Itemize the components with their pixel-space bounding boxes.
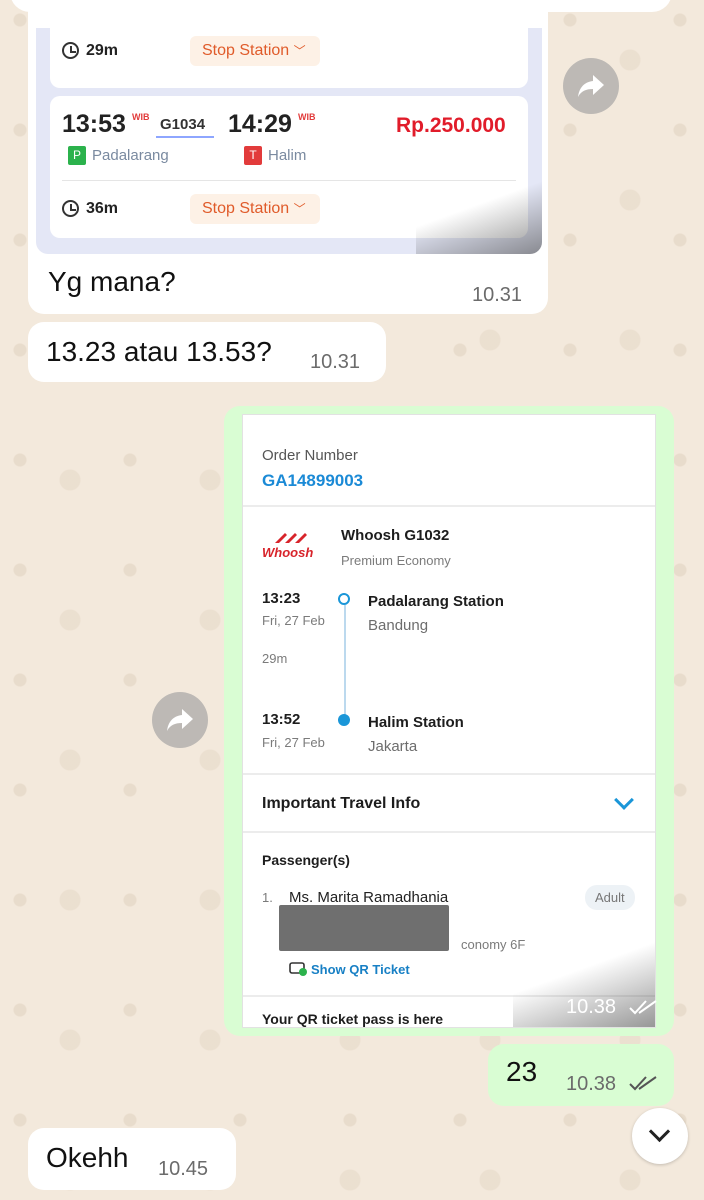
departure-timezone: WIB [132,112,150,122]
stop-station-label: Stop Station [202,42,290,59]
clock-icon [62,200,79,217]
arrival-city: Jakarta [368,738,418,755]
message-time: 10.45 [158,1158,209,1180]
outgoing-message-bubble[interactable]: 23 10.38 [488,1044,674,1106]
passenger-index: 1. [262,890,273,905]
stop-station-label: Stop Station [202,200,290,217]
whoosh-logo-text: Whoosh [262,545,314,560]
image-shadow [416,178,542,254]
message-text: 13.23 atau 13.53? [46,336,272,367]
arrival-time: 13:52 [262,711,301,728]
chevron-down-icon[interactable] [614,790,634,810]
train-title: Whoosh G1032 [341,527,450,544]
departure-time: 13:23 [262,590,301,607]
message-text: Yg mana? [48,266,176,297]
from-station: Padalarang [92,147,169,164]
double-check-icon [629,1076,657,1091]
message-time: 10.31 [472,284,523,306]
incoming-message-bubble[interactable]: Okehh 10.45 [28,1128,236,1190]
ticket-price: Rp.250.000 [396,114,506,137]
stop-station-button[interactable]: Stop Station ﹀ [190,36,320,66]
whoosh-logo-icon [275,533,307,543]
route-arrow [156,136,214,138]
departure-city: Bandung [368,617,429,634]
departure-dot [338,593,350,605]
message-text: Okehh [46,1142,129,1173]
outgoing-image-bubble[interactable]: Order Number GA14899003 Whoosh Whoosh G1… [224,406,674,1036]
forward-icon [167,709,193,731]
arrival-time: 14:29 [228,110,292,138]
train-options-screenshot: 29m Stop Station ﹀ 13:53 WIB G1034 14:29… [36,28,542,254]
train-duration: 29m [86,42,119,59]
passenger-name: Ms. Marita Ramadhania [289,889,449,906]
message-time: 10.31 [310,351,361,373]
forward-button[interactable] [563,58,619,114]
forward-button[interactable] [152,692,208,748]
travel-class: Premium Economy [341,553,451,568]
message-time: 10.38 [566,1073,617,1095]
train-number: G1034 [160,116,206,133]
order-screenshot: Order Number GA14899003 Whoosh Whoosh G1… [242,414,656,1028]
train-card-previous: 29m Stop Station ﹀ [50,28,528,88]
forward-icon [578,75,604,97]
station-badge-t: T [244,146,262,165]
redacted-block [279,905,449,951]
arrival-timezone: WIB [298,112,316,122]
double-check-icon [629,1000,657,1015]
passenger-type-badge: Adult [585,885,635,910]
divider [243,831,655,833]
arrival-date: Fri, 27 Feb [262,735,325,750]
departure-time: 13:53 [62,110,126,138]
message-text: 23 [506,1056,538,1087]
chevron-down-icon [648,1120,671,1143]
incoming-message-bubble[interactable]: 13.23 atau 13.53? 10.31 [28,322,386,382]
qr-ticket-icon [289,962,307,976]
divider [243,505,655,507]
incoming-message-bubble[interactable]: 29m Stop Station ﹀ 13:53 WIB G1034 14:29… [28,0,548,314]
departure-date: Fri, 27 Feb [262,613,325,628]
scroll-to-bottom-button[interactable] [632,1108,688,1164]
passengers-label: Passenger(s) [262,852,350,868]
message-time: 10.38 [566,996,617,1018]
to-station: Halim [268,147,307,164]
order-number-label: Order Number [262,447,358,464]
important-info-title[interactable]: Important Travel Info [262,795,420,813]
arrival-dot [338,714,350,726]
qr-pass-title: Your QR ticket pass is here [262,1011,444,1027]
train-duration: 36m [86,200,119,217]
chevron-down-icon: ﹀ [293,202,306,216]
divider [243,773,655,775]
chevron-down-icon: ﹀ [293,44,306,58]
order-number[interactable]: GA14899003 [262,471,363,491]
stop-station-button[interactable]: Stop Station ﹀ [190,194,320,224]
route-line [344,605,346,723]
show-qr-ticket-link[interactable]: Show QR Ticket [311,962,410,977]
station-badge-p: P [68,146,86,165]
arrival-station: Halim Station [368,714,464,731]
trip-duration: 29m [262,651,288,666]
departure-station: Padalarang Station [368,593,504,610]
clock-icon [62,42,79,59]
